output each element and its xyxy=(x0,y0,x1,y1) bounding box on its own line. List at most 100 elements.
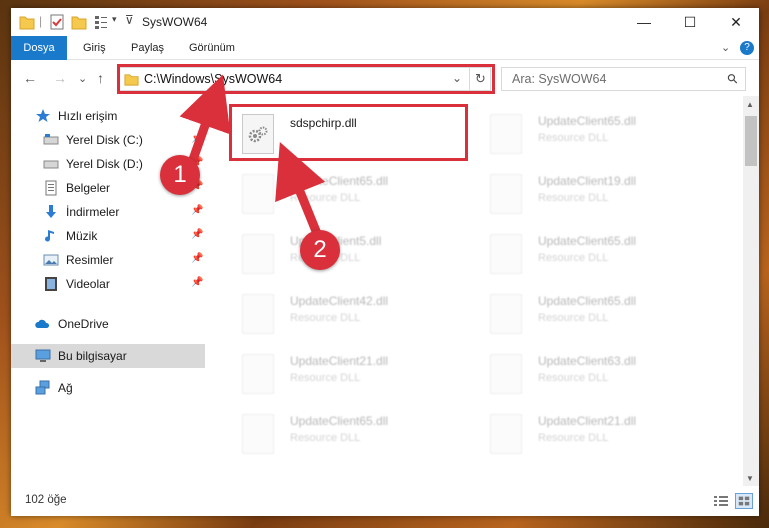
nav-item-disk-c[interactable]: Yerel Disk (C:) 📌 xyxy=(11,128,205,152)
search-input[interactable]: Ara: SysWOW64 xyxy=(512,72,606,86)
nav-item-label: Hızlı erişim xyxy=(58,109,118,123)
tab-giris[interactable]: Giriş xyxy=(73,36,116,60)
dll-file-icon xyxy=(490,174,522,214)
nav-item-pictures[interactable]: Resimler 📌 xyxy=(11,248,205,272)
help-icon[interactable]: ? xyxy=(740,41,754,55)
file-name: UpdateClient42.dll xyxy=(290,294,389,308)
search-box[interactable]: Ara: SysWOW64 ⚲ xyxy=(501,67,746,91)
file-item[interactable]: UpdateClient21.dll Resource DLL xyxy=(466,404,706,458)
drive-icon xyxy=(43,160,59,169)
close-button[interactable]: ✕ xyxy=(713,8,759,36)
file-name: UpdateClient63.dll xyxy=(538,354,637,368)
nav-item-label: Belgeler xyxy=(66,181,111,195)
dll-file-icon xyxy=(242,354,274,394)
large-icons-view-icon[interactable] xyxy=(735,493,753,509)
tab-paylas[interactable]: Paylaş xyxy=(121,36,174,60)
back-button[interactable]: ← xyxy=(23,70,37,86)
nav-item-music[interactable]: Müzik 📌 xyxy=(11,224,205,248)
document-icon xyxy=(45,180,57,196)
cloud-icon xyxy=(35,319,50,328)
pin-icon: 📌 xyxy=(191,229,204,240)
up-button[interactable]: ↑ xyxy=(97,70,104,86)
file-item[interactable]: UpdateClient63.dll Resource DLL xyxy=(466,344,706,398)
file-item[interactable]: UpdateClient65.dll Resource DLL xyxy=(466,104,706,158)
file-item[interactable]: UpdateClient19.dll Resource DLL xyxy=(466,164,706,218)
folder-icon xyxy=(19,16,35,30)
scroll-up-icon[interactable]: ▲ xyxy=(746,100,754,109)
nav-item-label: OneDrive xyxy=(58,317,109,331)
dll-file-icon xyxy=(490,114,522,154)
window-title: SysWOW64 xyxy=(142,15,208,29)
pin-icon: 📌 xyxy=(191,277,204,288)
file-type: Resource DLL xyxy=(538,312,609,324)
file-name: UpdateClient65.dll xyxy=(290,414,389,428)
properties-icon[interactable] xyxy=(49,13,65,31)
file-highlight-box xyxy=(229,104,468,161)
forward-button[interactable]: → xyxy=(53,70,67,86)
file-item[interactable]: UpdateClient21.dll Resource DLL xyxy=(218,344,458,398)
maximize-button[interactable]: ☐ xyxy=(667,8,713,36)
pin-toolbar-icon[interactable]: ⊽ xyxy=(125,13,134,31)
file-type: Resource DLL xyxy=(290,432,361,444)
file-name: UpdateClient21.dll xyxy=(538,414,637,428)
tab-dosya[interactable]: Dosya xyxy=(11,36,67,60)
nav-item-label: Yerel Disk (D:) xyxy=(66,157,143,171)
nav-item-this-pc[interactable]: Bu bilgisayar xyxy=(11,344,205,368)
file-item[interactable]: UpdateClient65.dll Resource DLL xyxy=(466,284,706,338)
file-item[interactable]: UpdateClient65.dll Resource DLL xyxy=(466,224,706,278)
nav-item-label: Yerel Disk (C:) xyxy=(66,133,143,147)
scroll-thumb[interactable] xyxy=(745,116,757,166)
file-type: Resource DLL xyxy=(538,132,609,144)
file-type: Resource DLL xyxy=(538,192,609,204)
new-folder-icon[interactable] xyxy=(71,13,87,31)
recent-locations-button[interactable]: ⌄ xyxy=(78,72,87,85)
nav-item-label: Videolar xyxy=(66,277,110,291)
file-type: Resource DLL xyxy=(290,312,361,324)
search-icon[interactable]: ⚲ xyxy=(724,70,742,88)
pin-icon: 📌 xyxy=(191,205,204,216)
file-name: UpdateClient65.dll xyxy=(538,294,637,308)
file-type: Resource DLL xyxy=(538,432,609,444)
step-badge-1: 1 xyxy=(160,155,200,195)
expand-ribbon-icon[interactable]: ⌄ xyxy=(711,36,740,60)
nav-item-quick-access[interactable]: Hızlı erişim xyxy=(11,104,205,128)
file-name: UpdateClient65.dll xyxy=(290,174,389,188)
file-type: Resource DLL xyxy=(538,252,609,264)
file-name: UpdateClient65.dll xyxy=(538,114,637,128)
details-view-icon[interactable] xyxy=(714,495,728,507)
file-item[interactable]: UpdateClient65.dll Resource DLL xyxy=(218,404,458,458)
separator: | xyxy=(39,14,43,28)
drive-icon xyxy=(43,134,59,145)
dll-file-icon xyxy=(490,234,522,274)
dll-file-icon xyxy=(242,234,274,274)
dll-file-icon xyxy=(242,414,274,454)
file-type: Resource DLL xyxy=(290,372,361,384)
pin-icon: 📌 xyxy=(191,133,204,144)
file-item[interactable]: UpdateClient42.dll Resource DLL xyxy=(218,284,458,338)
nav-item-label: İndirmeler xyxy=(66,205,120,219)
pin-icon: 📌 xyxy=(191,253,204,264)
address-highlight-box xyxy=(117,64,495,94)
customize-toolbar-icon[interactable]: ▾ xyxy=(112,14,117,32)
video-icon xyxy=(45,277,57,291)
nav-item-network[interactable]: Ağ xyxy=(11,376,205,400)
vertical-scrollbar[interactable]: ▲ ▼ xyxy=(743,96,759,486)
status-bar: 102 öğe xyxy=(11,486,759,516)
file-type: Resource DLL xyxy=(290,192,361,204)
nav-item-videos[interactable]: Videolar 📌 xyxy=(11,272,205,296)
dll-file-icon xyxy=(242,174,274,214)
network-icon xyxy=(35,380,50,395)
file-name: UpdateClient19.dll xyxy=(538,174,637,188)
nav-item-onedrive[interactable]: OneDrive xyxy=(11,312,205,336)
tab-gorunum[interactable]: Görünüm xyxy=(179,36,245,60)
scroll-down-icon[interactable]: ▼ xyxy=(746,474,754,483)
view-details-icon[interactable] xyxy=(93,13,109,31)
file-item[interactable]: UpdateClient65.dll Resource DLL xyxy=(218,164,458,218)
dll-file-icon xyxy=(242,294,274,334)
dll-file-icon xyxy=(490,414,522,454)
ribbon-tabs: Dosya Giriş Paylaş Görünüm ⌄ ? xyxy=(11,36,759,60)
nav-item-downloads[interactable]: İndirmeler 📌 xyxy=(11,200,205,224)
file-name: UpdateClient21.dll xyxy=(290,354,389,368)
minimize-button[interactable]: — xyxy=(621,8,667,36)
step-badge-2: 2 xyxy=(300,230,340,270)
